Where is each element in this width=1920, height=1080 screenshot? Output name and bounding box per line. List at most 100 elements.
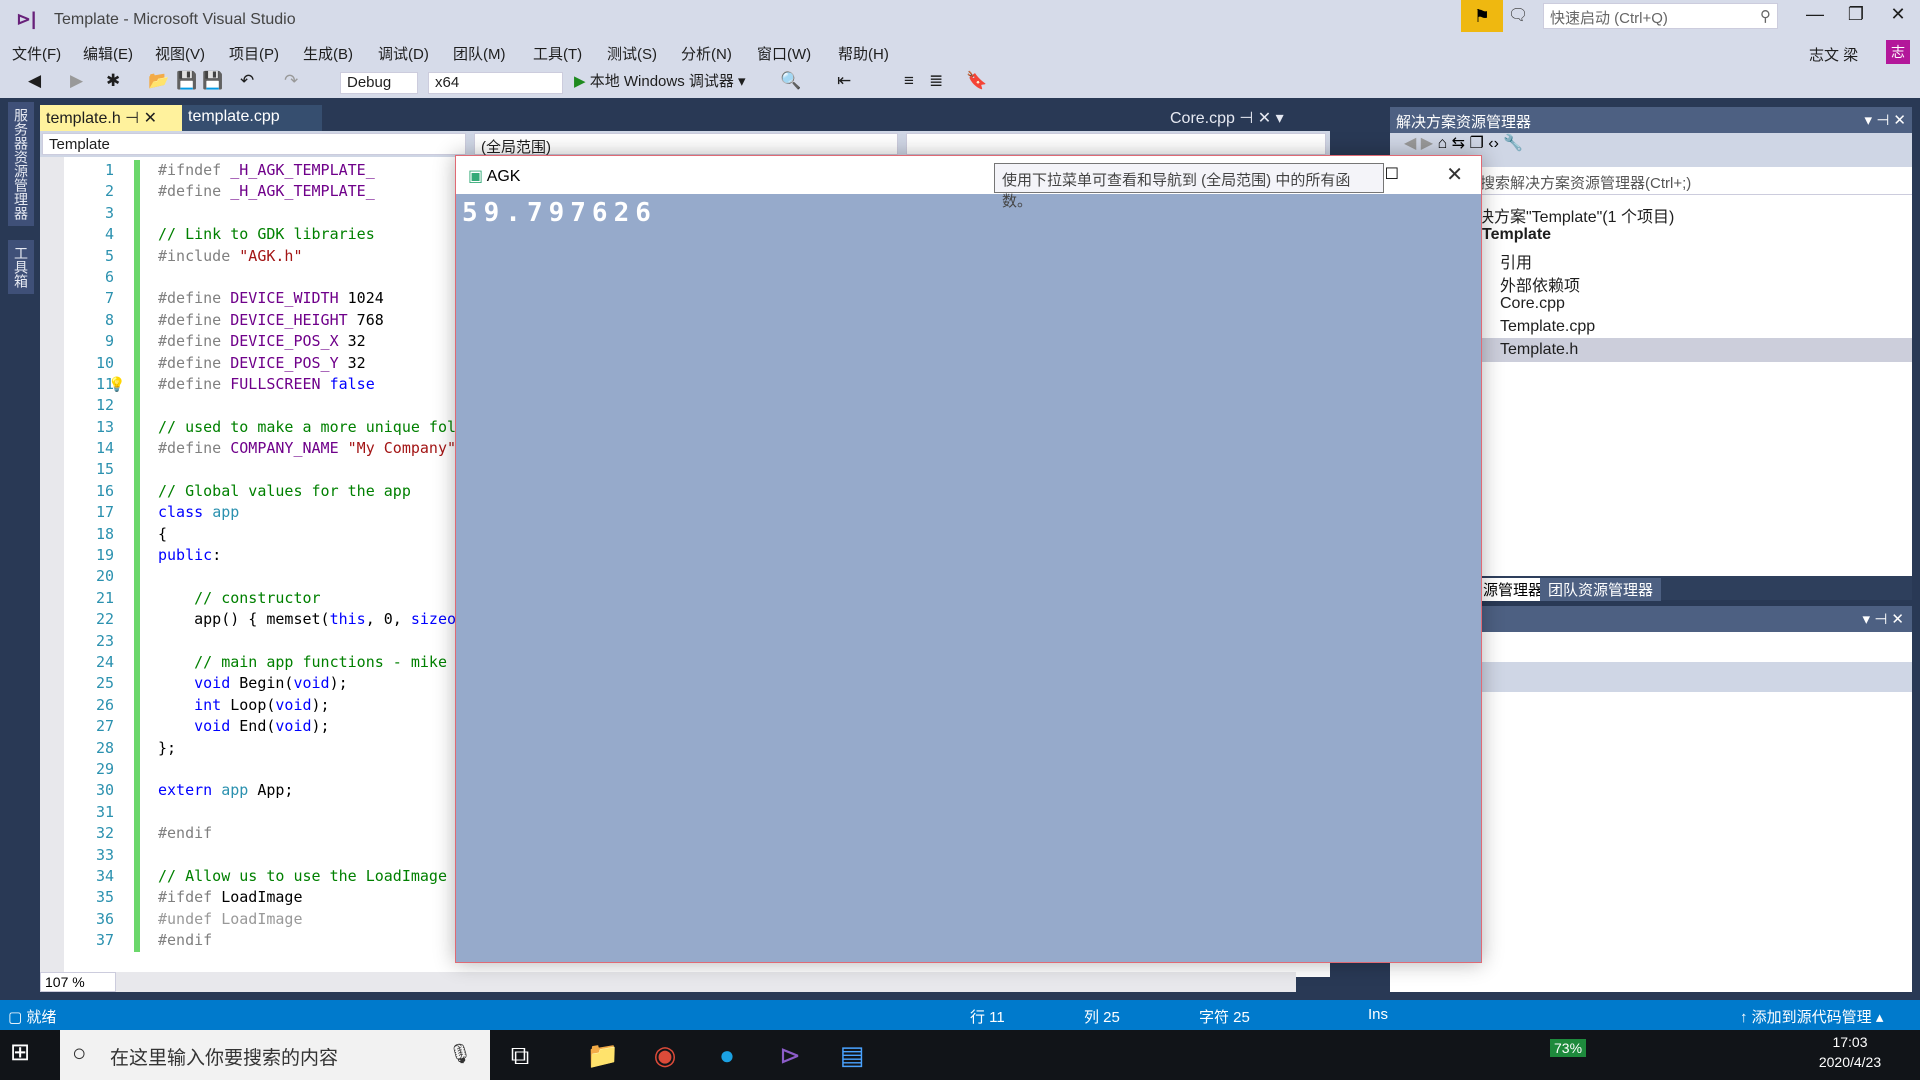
start-debugging-button[interactable]: ▶ 本地 Windows 调试器 ▾ <box>574 70 746 91</box>
agk-app-window[interactable]: ▣ AGK ☐ ✕ 59.797626 <box>455 155 1482 963</box>
code-line[interactable]: }; <box>158 738 474 759</box>
minimize-button[interactable]: — <box>1797 4 1833 30</box>
agk-app-icon[interactable]: ▤ <box>832 1040 872 1071</box>
code-line[interactable]: #ifdef LoadImage <box>158 887 474 908</box>
file-explorer-icon[interactable]: 📁 <box>583 1040 623 1071</box>
menu-team[interactable]: 团队(M) <box>453 43 506 64</box>
close-button[interactable]: ✕ <box>1880 4 1916 30</box>
code-line[interactable]: #define FULLSCREEN false <box>158 374 474 395</box>
code-line[interactable] <box>158 566 474 587</box>
code-line[interactable]: app() { memset(this, 0, sizeof <box>158 609 474 630</box>
code-line[interactable]: #include "AGK.h" <box>158 246 474 267</box>
member-dropdown[interactable] <box>906 133 1326 155</box>
clock-time[interactable]: 17:03 <box>1810 1034 1890 1050</box>
code-line[interactable]: extern app App; <box>158 780 474 801</box>
close-tab-icon[interactable]: ✕ <box>144 110 157 127</box>
tab-template-h[interactable]: template.h ⊣ ✕ <box>40 105 182 131</box>
comment-icon[interactable]: ≡ <box>904 71 914 91</box>
save-icon[interactable]: 💾 <box>176 71 197 91</box>
tree-project[interactable]: Template <box>1482 226 1551 244</box>
code-line[interactable]: void Begin(void); <box>158 673 474 694</box>
user-name[interactable]: 志文 梁 <box>1809 44 1858 65</box>
find-icon[interactable]: 🔍 <box>780 71 801 91</box>
code-line[interactable]: void End(void); <box>158 716 474 737</box>
code-line[interactable]: #define _H_AGK_TEMPLATE_ <box>158 181 474 202</box>
open-file-icon[interactable]: 📂 <box>148 71 169 91</box>
app-runner-icon[interactable]: ● <box>707 1040 747 1071</box>
zoom-level-select[interactable]: 107 % <box>40 972 116 992</box>
server-explorer-tab[interactable]: 服务器资源管理器 <box>8 102 34 226</box>
menu-project[interactable]: 项目(P) <box>229 43 279 64</box>
menu-edit[interactable]: 编辑(E) <box>83 43 133 64</box>
forward-icon[interactable]: ▶ <box>70 71 83 91</box>
tab-core-cpp[interactable]: Core.cpp ⊣ ✕ ▾ <box>1170 108 1284 128</box>
menu-view[interactable]: 视图(V) <box>155 43 205 64</box>
tab-template-cpp[interactable]: template.cpp <box>182 105 322 131</box>
code-line[interactable] <box>158 631 474 652</box>
properties-icon[interactable]: 🔧 <box>1503 135 1523 152</box>
code-line[interactable]: #ifndef _H_AGK_TEMPLATE_ <box>158 160 474 181</box>
menu-file[interactable]: 文件(F) <box>12 43 61 64</box>
restore-button[interactable]: ❐ <box>1838 4 1874 30</box>
bookmark-icon[interactable]: 🔖 <box>966 71 987 91</box>
feedback-icon[interactable]: 🗨 <box>1508 5 1532 27</box>
code-line[interactable]: #define DEVICE_HEIGHT 768 <box>158 310 474 331</box>
menu-test[interactable]: 测试(S) <box>607 43 657 64</box>
platform-select[interactable]: x64 <box>428 72 563 94</box>
code-line[interactable] <box>158 267 474 288</box>
code-line[interactable] <box>158 395 474 416</box>
microphone-icon[interactable]: 🎙 <box>448 1042 472 1066</box>
step-icon[interactable]: ⇤ <box>837 71 851 91</box>
tab-team-explorer[interactable]: 团队资源管理器 <box>1540 578 1662 601</box>
back-icon[interactable]: ◀ <box>28 71 41 91</box>
code-view-icon[interactable]: ‹› <box>1488 135 1499 152</box>
visual-studio-icon[interactable]: ⊳ <box>770 1040 810 1071</box>
code-line[interactable]: #define DEVICE_WIDTH 1024 <box>158 288 474 309</box>
task-view-icon[interactable]: ⧉ <box>500 1040 540 1072</box>
horizontal-scrollbar[interactable] <box>116 972 1296 992</box>
user-avatar[interactable]: 志 <box>1886 40 1910 64</box>
menu-tools[interactable]: 工具(T) <box>533 43 582 64</box>
code-line[interactable]: // constructor <box>158 588 474 609</box>
tree-external-deps[interactable]: 外部依赖项 <box>1500 272 1580 296</box>
code-line[interactable]: #endif <box>158 823 474 844</box>
code-line[interactable] <box>158 203 474 224</box>
scope-dropdown[interactable]: (全局范围) <box>474 133 898 156</box>
pin-icon[interactable]: ⊣ <box>125 110 139 127</box>
code-line[interactable]: #endif <box>158 930 474 951</box>
code-line[interactable]: int Loop(void); <box>158 695 474 716</box>
source-control-button[interactable]: ↑ 添加到源代码管理 ▴ <box>1740 1006 1883 1027</box>
code-line[interactable]: { <box>158 524 474 545</box>
code-content[interactable]: #ifndef _H_AGK_TEMPLATE_ #define _H_AGK_T… <box>158 160 474 951</box>
code-line[interactable]: #define DEVICE_POS_Y 32 <box>158 353 474 374</box>
new-project-icon[interactable]: ✱ <box>106 71 120 91</box>
taskbar-search[interactable]: 在这里输入你要搜索的内容 ○ 🎙 <box>60 1030 490 1080</box>
code-line[interactable]: #define COMPANY_NAME "My Company" <box>158 438 474 459</box>
sync-icon[interactable]: ⇆ <box>1452 135 1465 152</box>
code-line[interactable]: // main app functions - mike t <box>158 652 474 673</box>
code-line[interactable]: public: <box>158 545 474 566</box>
code-line[interactable]: // Allow us to use the LoadImage f <box>158 866 474 887</box>
menu-help[interactable]: 帮助(H) <box>838 43 889 64</box>
redo-icon[interactable]: ↷ <box>284 71 298 91</box>
toolbox-tab[interactable]: 工具箱 <box>8 240 34 294</box>
project-dropdown[interactable]: Template <box>42 133 466 155</box>
code-line[interactable] <box>158 459 474 480</box>
code-line[interactable] <box>158 802 474 823</box>
code-line[interactable]: // Global values for the app <box>158 481 474 502</box>
code-line[interactable] <box>158 759 474 780</box>
code-line[interactable]: #undef LoadImage <box>158 909 474 930</box>
tree-core-cpp[interactable]: Core.cpp <box>1500 295 1565 313</box>
code-line[interactable] <box>158 845 474 866</box>
code-line[interactable]: // Link to GDK libraries <box>158 224 474 245</box>
chrome-icon[interactable]: ◉ <box>645 1040 685 1071</box>
code-line[interactable]: // used to make a more unique folde <box>158 417 474 438</box>
battery-indicator[interactable]: 73% <box>1550 1039 1587 1057</box>
configuration-select[interactable]: Debug <box>340 72 418 94</box>
code-line[interactable]: #define DEVICE_POS_X 32 <box>158 331 474 352</box>
panel-controls[interactable]: ▾ ⊣ ✕ <box>1865 111 1907 129</box>
tree-template-h[interactable]: Template.h <box>1500 341 1578 359</box>
uncomment-icon[interactable]: ≣ <box>929 71 943 91</box>
panel-controls[interactable]: ▾ ⊣ ✕ <box>1863 610 1905 628</box>
quick-launch-input[interactable]: 快速启动 (Ctrl+Q) ⚲ <box>1543 3 1778 29</box>
